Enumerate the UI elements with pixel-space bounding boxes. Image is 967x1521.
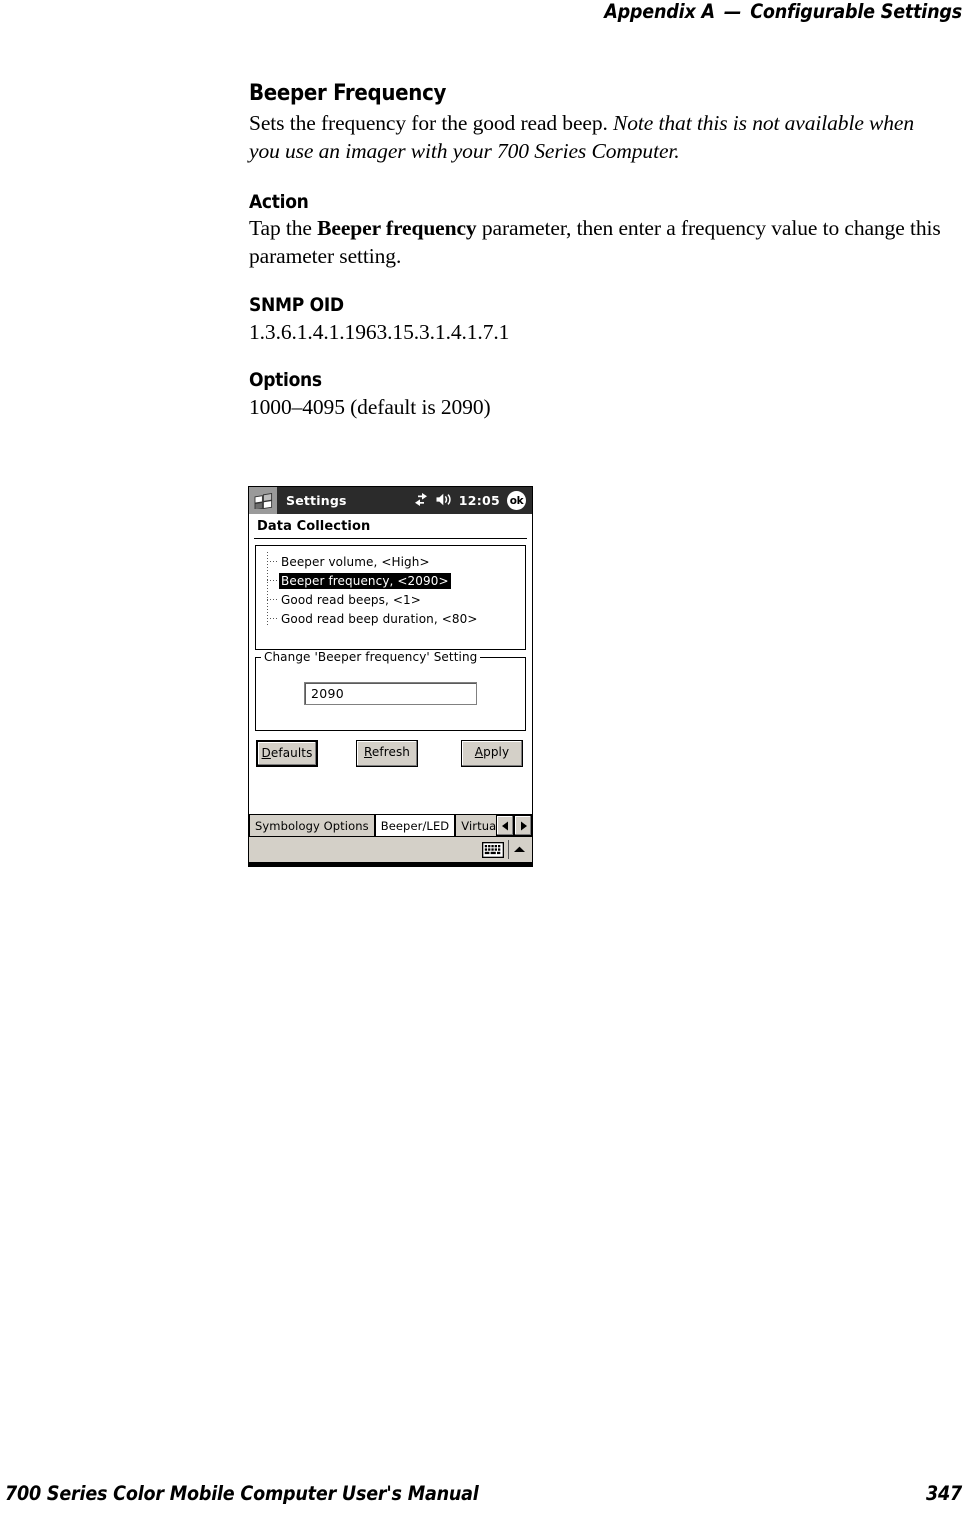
tree-item-label: Beeper volume, <High>: [281, 554, 430, 569]
change-setting-group: Change 'Beeper frequency' Setting 2090: [255, 650, 526, 731]
running-head: Appendix A — Configurable Settings: [0, 0, 967, 23]
sip-divider: [508, 840, 509, 859]
device-clock: 12:05: [458, 493, 500, 508]
frequency-value-text: 2090: [311, 686, 345, 701]
tab-beeper-led[interactable]: Beeper/LED: [374, 814, 456, 836]
action-button-row: Defaults Refresh Apply: [255, 740, 526, 767]
refresh-accel: R: [363, 745, 372, 759]
device-screenshot-figure: Settings 12:05 ok Data Collection Beeper…: [248, 486, 533, 867]
device-client-area: Beeper volume, <High> Beeper frequency, …: [249, 539, 532, 767]
action-text-before: Tap the: [249, 216, 318, 241]
paragraph-action: Tap the Beeper frequency parameter, then…: [249, 215, 949, 271]
defaults-button[interactable]: Defaults: [256, 740, 318, 767]
running-head-appendix: Appendix A: [604, 0, 715, 23]
windows-flag-icon[interactable]: [249, 487, 277, 514]
tab-scroll-controls: [496, 815, 532, 836]
frequency-value-input[interactable]: 2090: [304, 682, 477, 705]
tree-branch-icon: [267, 561, 277, 562]
keyboard-icon[interactable]: [482, 841, 504, 858]
refresh-button[interactable]: Refresh: [356, 740, 418, 767]
device-tab-strip: Symbology Options Beeper/LED Virtual W: [249, 814, 532, 836]
network-connectivity-icon[interactable]: [414, 492, 429, 509]
tab-label: Symbology Options: [255, 818, 369, 833]
heading-options: Options: [249, 369, 322, 392]
apply-accel: A: [474, 745, 484, 759]
tree-item-good-read-beep-duration[interactable]: Good read beep duration, <80>: [256, 609, 525, 628]
page-footer: 700 Series Color Mobile Computer User's …: [0, 1482, 967, 1505]
change-setting-legend: Change 'Beeper frequency' Setting: [261, 650, 481, 664]
tree-branch-icon: [267, 599, 277, 600]
defaults-label-rest: efaults: [270, 746, 313, 760]
page-content: Beeper Frequency Sets the frequency for …: [249, 82, 949, 422]
settings-tree-list[interactable]: Beeper volume, <High> Beeper frequency, …: [255, 545, 526, 650]
options-value: 1000–4095 (default is 2090): [249, 394, 491, 419]
tree-item-label: Good read beep duration, <80>: [281, 611, 478, 626]
device-page-title: Data Collection: [257, 519, 371, 534]
refresh-label-rest: efresh: [371, 745, 411, 759]
heading-action: Action: [249, 190, 309, 213]
heading-snmp-oid: SNMP OID: [249, 294, 344, 317]
snmp-oid-value: 1.3.6.1.4.1.1963.15.3.1.4.1.7.1: [249, 319, 510, 344]
tree-item-label: Beeper frequency, <2090>: [279, 572, 451, 589]
device-status-area: 12:05 ok: [414, 491, 532, 510]
tree-item-good-read-beeps[interactable]: Good read beeps, <1>: [256, 590, 525, 609]
footer-page-number: 347: [925, 1482, 962, 1505]
tree-branch-icon: [267, 580, 277, 581]
running-head-section: Configurable Settings: [750, 0, 962, 23]
defaults-accel: D: [261, 746, 271, 760]
tree-item-beeper-volume[interactable]: Beeper volume, <High>: [256, 552, 525, 571]
speaker-icon[interactable]: [436, 493, 452, 509]
paragraph-intro: Sets the frequency for the good read bee…: [249, 110, 949, 166]
running-head-separator: —: [723, 0, 742, 23]
device-title-label: Settings: [286, 493, 347, 508]
footer-manual-title: 700 Series Color Mobile Computer User's …: [5, 1482, 479, 1505]
apply-label-rest: pply: [483, 745, 510, 759]
tree-item-beeper-frequency[interactable]: Beeper frequency, <2090>: [256, 571, 525, 590]
tab-symbology-options[interactable]: Symbology Options: [249, 814, 375, 836]
triangle-right-icon[interactable]: [514, 815, 532, 836]
triangle-left-icon[interactable]: [496, 815, 514, 836]
chevron-up-icon[interactable]: [513, 845, 526, 854]
device-ok-button[interactable]: ok: [507, 491, 526, 510]
tab-label: Beeper/LED: [380, 818, 450, 833]
action-parameter-name: Beeper frequency: [317, 216, 477, 241]
heading-beeper-frequency: Beeper Frequency: [249, 81, 447, 106]
tree-item-label: Good read beeps, <1>: [281, 592, 421, 607]
apply-button[interactable]: Apply: [461, 740, 523, 767]
intro-plain-text: Sets the frequency for the good read bee…: [249, 110, 614, 135]
device-sip-bar: [249, 836, 532, 866]
tree-branch-icon: [267, 618, 277, 619]
device-title-bar: Settings 12:05 ok: [249, 487, 532, 514]
